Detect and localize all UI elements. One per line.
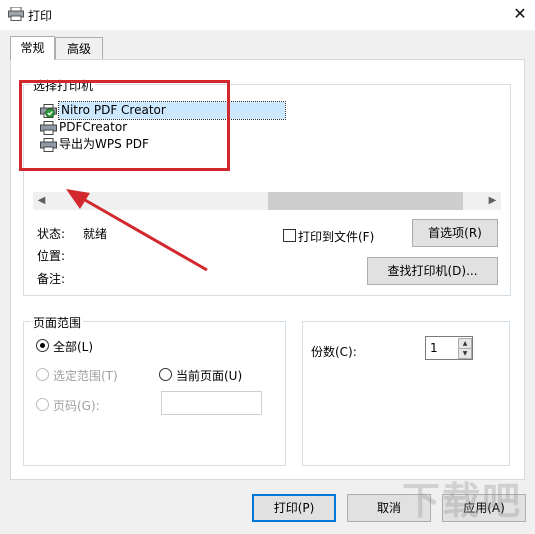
selection-radio[interactable] — [36, 368, 49, 381]
tab-general-label: 常规 — [20, 41, 45, 55]
find-printer-button[interactable]: 查找打印机(D)... — [367, 257, 498, 285]
copies-input[interactable]: 1 ▲ ▼ — [425, 336, 473, 360]
pages-radio[interactable] — [36, 398, 49, 411]
selection-label: 选定范围(T) — [53, 369, 118, 383]
copies-value: 1 — [430, 341, 438, 355]
pages-input[interactable] — [161, 391, 262, 415]
close-icon[interactable]: ✕ — [510, 4, 530, 24]
scroll-left-icon[interactable]: ◀ — [33, 192, 50, 210]
all-pages-label: 全部(L) — [53, 340, 94, 354]
pages-label: 页码(G): — [53, 399, 100, 413]
window-title: 打印 — [28, 9, 53, 23]
preferences-button-label: 首选项(R) — [428, 226, 482, 240]
watermark: 下载吧 — [402, 479, 523, 523]
print-to-file-checkbox[interactable] — [283, 229, 296, 242]
scroll-right-icon[interactable]: ▶ — [484, 192, 501, 210]
tab-general[interactable]: 常规 — [10, 36, 55, 60]
page-range-legend: 页面范围 — [31, 314, 84, 331]
print-to-file-label: 打印到文件(F) — [298, 230, 375, 244]
highlight-frame — [19, 80, 230, 171]
print-button-label: 打印(P) — [273, 501, 315, 515]
current-page-radio[interactable] — [159, 368, 172, 381]
tab-advanced[interactable]: 高级 — [55, 37, 103, 59]
status-label: 状态: — [37, 227, 66, 241]
tab-advanced-label: 高级 — [66, 42, 91, 56]
copies-label: 份数(C): — [311, 345, 357, 359]
spin-down-icon[interactable]: ▼ — [458, 348, 472, 359]
status-value: 就绪 — [83, 227, 108, 241]
preferences-button[interactable]: 首选项(R) — [412, 219, 498, 247]
current-page-label: 当前页面(U) — [176, 369, 243, 383]
title-bar: 打印 ✕ — [0, 0, 535, 30]
find-printer-button-label: 查找打印机(D)... — [387, 264, 478, 278]
printer-icon — [8, 7, 24, 21]
comment-label: 备注: — [37, 272, 66, 286]
location-label: 位置: — [37, 249, 66, 263]
scrollbar-thumb[interactable] — [268, 192, 463, 210]
cancel-button-label: 取消 — [376, 501, 401, 515]
all-pages-radio[interactable] — [36, 339, 49, 352]
print-button[interactable]: 打印(P) — [252, 494, 336, 522]
